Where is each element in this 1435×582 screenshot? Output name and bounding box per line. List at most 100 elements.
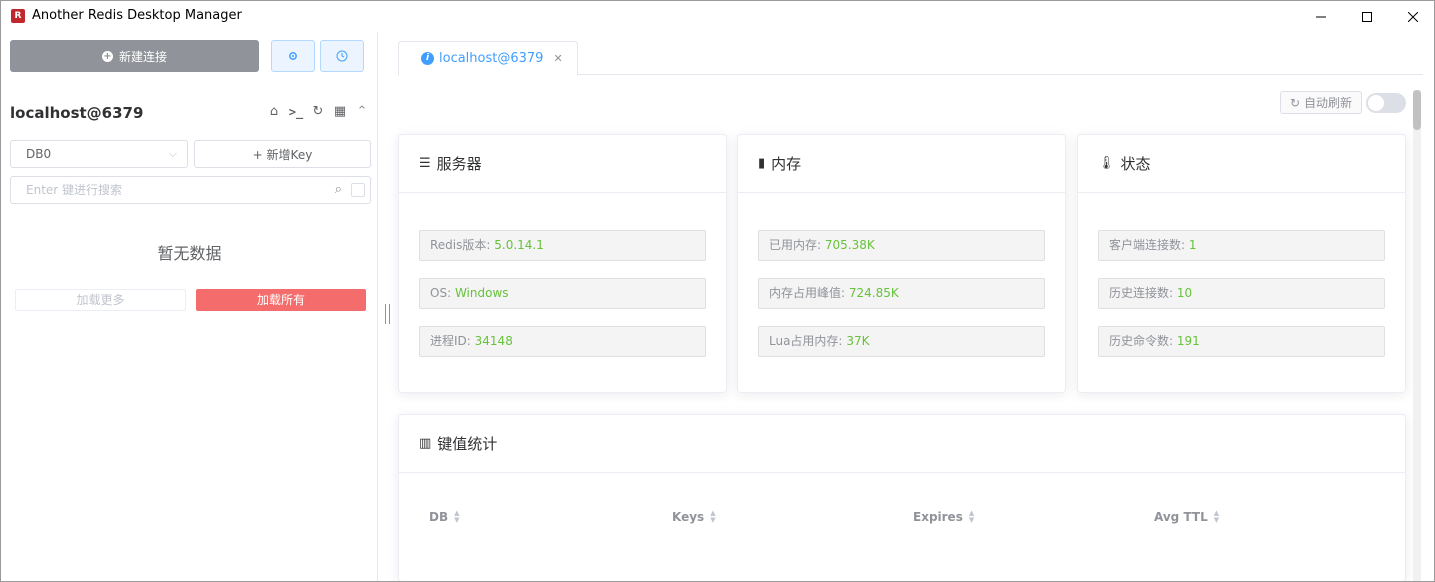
column-expires-label: Expires [913,510,963,524]
redis-version-label: Redis版本: [430,238,491,252]
home-icon[interactable]: ⌂ [266,104,282,119]
window-title: Another Redis Desktop Manager [32,8,242,23]
keyspace-card-title: 键值统计 [437,435,498,453]
sort-icon[interactable]: ▲ ▼ [969,510,974,524]
process-id-value: 34148 [474,334,513,348]
main-panel: i localhost@6379 ✕ ↻ 自动刷新 ☰ 服务器 Redis版本:… [379,32,1434,581]
status-card-header: 🌡 状态 [1078,135,1405,193]
keyspace-card-header: ▥ 键值统计 [399,415,1405,473]
total-connections-label: 历史连接数: [1109,286,1174,300]
empty-state-text: 暂无数据 [157,244,222,263]
new-key-button[interactable]: + 新增Key [194,140,371,168]
server-card-title: 服务器 [436,155,482,173]
os-item: OS: Windows [419,278,706,309]
status-card-title: 状态 [1120,155,1151,173]
terminal-icon[interactable]: >_ [288,105,304,119]
memory-card-header: ▮ 内存 [738,135,1065,193]
redis-version-item: Redis版本: 5.0.14.1 [419,230,706,261]
memory-chip-icon: ▮ [758,156,766,171]
server-card: ☰ 服务器 Redis版本: 5.0.14.1 OS: Windows 进程ID… [398,134,727,393]
total-connections-item: 历史连接数: 10 [1098,278,1385,309]
total-commands-item: 历史命令数: 191 [1098,326,1385,357]
peak-memory-value: 724.85K [848,286,899,300]
scrollbar-thumb[interactable] [1413,90,1421,130]
connected-clients-value: 1 [1188,238,1197,252]
app-window: R Another Redis Desktop Manager + 新建连接 l… [0,0,1435,582]
total-commands-label: 历史命令数: [1109,334,1174,348]
column-keys-label: Keys [672,510,705,524]
column-header-db[interactable]: DB ▲ ▼ [429,510,460,525]
thermometer-icon: 🌡 [1098,156,1115,171]
minimize-button[interactable] [1298,1,1344,32]
sort-icon[interactable]: ▲ ▼ [1214,510,1219,524]
used-memory-item: 已用内存: 705.38K [758,230,1045,261]
close-window-button[interactable] [1390,1,1434,32]
os-label: OS: [430,286,452,300]
maximize-icon [1362,11,1372,22]
total-commands-value: 191 [1176,334,1200,348]
lua-memory-item: Lua占用内存: 37K [758,326,1045,357]
toggle-knob [1368,95,1384,111]
close-icon [1408,11,1418,22]
connected-clients-item: 客户端连接数: 1 [1098,230,1385,261]
tab-localhost[interactable]: i localhost@6379 ✕ [398,41,578,76]
column-avg-ttl-label: Avg TTL [1154,510,1208,524]
sidebar: + 新建连接 localhost@6379 ⌂ >_ ↻ ▦ ⌃ DB0 ⌵ +… [1,32,378,581]
memory-card-title: 内存 [771,155,802,173]
history-button[interactable] [320,40,364,72]
clock-icon [336,50,348,62]
column-db-label: DB [429,510,449,524]
refresh-icon: ↻ [1289,95,1301,110]
sort-icon[interactable]: ▲ ▼ [454,510,459,524]
close-tab-icon[interactable]: ✕ [553,52,562,65]
peak-memory-item: 内存占用峰值: 724.85K [758,278,1045,309]
sort-icon[interactable]: ▲ ▼ [710,510,715,524]
memory-card: ▮ 内存 已用内存: 705.38K 内存占用峰值: 724.85K Lua占用… [737,134,1066,393]
connection-toolbar: ⌂ >_ ↻ ▦ ⌃ [266,104,370,119]
auto-refresh-label: 自动刷新 [1304,96,1353,110]
os-value: Windows [454,286,509,300]
exact-match-checkbox[interactable] [351,183,365,197]
server-card-header: ☰ 服务器 [399,135,726,193]
load-all-button[interactable]: 加载所有 [196,289,366,311]
new-connection-label: 新建连接 [118,49,167,64]
key-search-input[interactable]: Enter 键进行搜索 ⌕ [10,176,371,204]
used-memory-label: 已用内存: [769,238,822,252]
auto-refresh-toggle[interactable] [1366,93,1406,113]
column-header-expires[interactable]: Expires ▲ ▼ [913,510,974,525]
tab-label: localhost@6379 [439,51,544,66]
tab-bar: i localhost@6379 ✕ [398,41,1423,76]
process-id-item: 进程ID: 34148 [419,326,706,357]
title-bar: R Another Redis Desktop Manager [1,1,1434,32]
connection-name[interactable]: localhost@6379 [10,104,143,122]
grid-icon[interactable]: ▦ [332,104,348,119]
auto-refresh-button[interactable]: ↻ 自动刷新 [1280,91,1362,114]
used-memory-value: 705.38K [824,238,875,252]
info-icon: i [421,52,434,65]
refresh-icon[interactable]: ↻ [310,104,326,119]
chevron-up-icon[interactable]: ⌃ [354,104,370,119]
gear-icon [289,52,297,60]
load-more-button[interactable]: 加载更多 [15,289,186,311]
settings-button[interactable] [271,40,315,72]
lua-memory-label: Lua占用内存: [769,334,843,348]
vertical-scrollbar[interactable] [1413,90,1421,581]
plus-circle-icon: + [101,50,113,62]
server-icon: ☰ [419,156,431,171]
bar-chart-icon: ▥ [419,436,432,451]
db-select[interactable]: DB0 ⌵ [10,140,188,168]
lua-memory-value: 37K [846,334,870,348]
search-icon[interactable]: ⌕ [335,177,342,203]
maximize-button[interactable] [1344,1,1390,32]
keyspace-card: ▥ 键值统计 DB ▲ ▼ Keys ▲ ▼ Expires ▲ ▼ Avg TTL … [398,414,1406,581]
total-connections-value: 10 [1176,286,1193,300]
chevron-down-icon: ⌵ [168,147,177,160]
new-connection-button[interactable]: + 新建连接 [10,40,259,72]
status-card: 🌡 状态 客户端连接数: 1 历史连接数: 10 历史命令数: 191 [1077,134,1406,393]
column-header-avg-ttl[interactable]: Avg TTL ▲ ▼ [1154,510,1219,525]
minimize-icon [1316,16,1326,17]
connected-clients-label: 客户端连接数: [1109,238,1186,252]
peak-memory-label: 内存占用峰值: [769,286,846,300]
process-id-label: 进程ID: [430,334,471,348]
column-header-keys[interactable]: Keys ▲ ▼ [672,510,716,525]
